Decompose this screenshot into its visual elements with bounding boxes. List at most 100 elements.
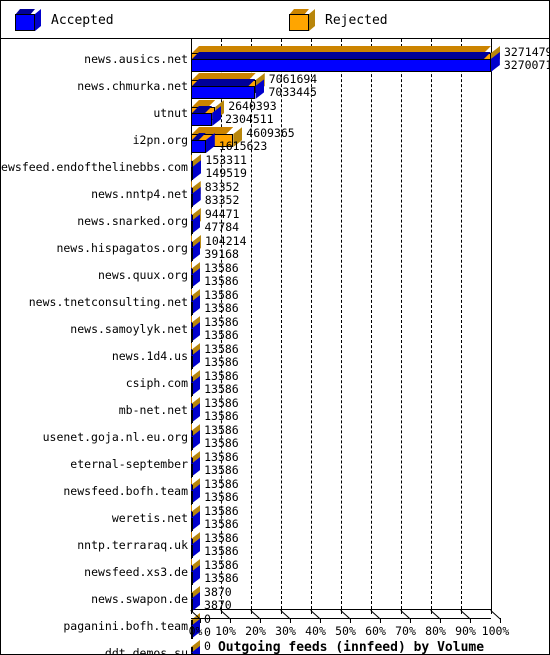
bar-row-label: news.1d4.us [111,349,188,363]
bar-row: news.samoylyk.net 13586 13586 [1,315,549,342]
bar-row-label: news.tnetconsulting.net [28,295,188,309]
chart-title: Outgoing feeds (innfeed) by Volume [217,640,485,655]
bar-row: news.chmurka.net 7061694 7033445 [1,72,549,99]
bar-row-bars [191,180,549,207]
bar-value-accepted: 39168 [204,247,239,261]
bar-row-bars [191,315,549,342]
bar-row-bars [191,45,549,72]
bar-row-label: news.quux.org [97,268,188,282]
bar-row-label: newsfeed.bofh.team [63,484,188,498]
bar-value-rejected: 83352 [204,180,240,194]
bar-row-label: news.nntp4.net [91,187,188,201]
bar-row-label: ddt.demos.su [104,646,188,655]
bar-row-label: nntp.terraraq.uk [77,538,188,552]
bar-value-rejected: 13586 [204,504,239,518]
bar-row-bars [191,450,549,477]
legend-label: Rejected [325,12,388,28]
bar-value-accepted: 83352 [204,193,240,207]
bar-value-rejected: 0 [204,612,211,626]
bar-value-rejected: 13586 [204,558,239,572]
bar-value-accepted: 13586 [204,571,239,585]
x-axis-label: 70% [395,624,416,638]
bar-row-bars [191,342,549,369]
bar-value-rejected: 13586 [204,369,239,383]
floor-front-edge [191,618,491,619]
plot-area: news.ausics.net3271479932700713 news.chmu… [1,39,549,655]
bar-row-label: news.chmurka.net [77,79,188,93]
legend-label: Accepted [51,12,114,28]
bar-value-accepted: 13586 [204,517,239,531]
bar-row-label: weretis.net [111,511,188,525]
bar-value-accepted: 13586 [204,301,239,315]
bar-value-rejected: 13586 [204,531,239,545]
bar-row: nntp.terraraq.uk 13586 13586 [1,531,549,558]
bar-row-label: news.snarked.org [77,214,188,228]
x-axis-label: 20% [245,624,266,638]
bar-row-bars [191,261,549,288]
bar-value-accepted: 47784 [204,220,240,234]
bar-value-rejected: 13586 [204,288,239,302]
bar-value-accepted: 13586 [204,409,239,423]
legend-swatch-icon [15,9,41,31]
bar-value-accepted: 32700713 [503,58,549,72]
bar-row: mb-net.net 13586 13586 [1,396,549,423]
bar-value-rejected: 13586 [204,342,239,356]
bar-value-accepted: 13586 [204,490,239,504]
x-axis-label: 0% [188,624,203,638]
legend-item-rejected: Rejected [289,1,388,39]
bar-row: news.hispagatos.org 104214 39168 [1,234,549,261]
x-axis-label: 100% [481,624,510,638]
bar-value-rejected: 153311 [205,153,247,167]
bar-row-label: eternal-september [70,457,188,471]
chart-page: Accepted Rejected news.ausics.net 32714799… [0,0,550,655]
bar-row-label: news.hispagatos.org [56,241,188,255]
bar-value-rejected: 2640393 [228,99,277,113]
bar-row: weretis.net 13586 13586 [1,504,549,531]
bar-row: news.quux.org 13586 13586 [1,261,549,288]
x-axis-label: 80% [425,624,446,638]
bar-row-label: news.samoylyk.net [70,322,188,336]
bar-row: news.ausics.net 3271479932700713 [1,45,549,72]
bar-row-bars [191,369,549,396]
bar-row: news.nntp4.net 83352 83352 [1,180,549,207]
bar-row: news.snarked.org 94471 47784 [1,207,549,234]
bar-row-bars [191,288,549,315]
bar-row: newsfeed.bofh.team 13586 13586 [1,477,549,504]
bar-value-accepted: 13586 [204,436,239,450]
bar-value-rejected: 4609365 [246,126,295,140]
bar-row: utnut 2640393 2304511 [1,99,549,126]
bar-row: usenet.goja.nl.eu.org 13586 13586 [1,423,549,450]
bar-row-bars [191,558,549,585]
bar-value-accepted: 1615623 [218,139,268,153]
bar-row-bars [191,585,549,612]
bar-value-rejected: 13586 [204,423,239,437]
bar-row-bars [191,531,549,558]
bar-value-rejected: 13586 [204,450,239,464]
chart-legend: Accepted Rejected [1,1,549,39]
bar-value-rejected: 13586 [204,477,239,491]
bar-row-label: mb-net.net [118,403,188,417]
bar-value-rejected: 7061694 [268,72,318,86]
bar-value-rejected: 13586 [204,396,239,410]
bar-row-bars [191,207,549,234]
bar-row: newsfeed.endofthelinebbs.com 153311 149519 [1,153,549,180]
bar-value-rejected: 13586 [204,315,239,329]
bar-value-accepted: 13586 [204,274,239,288]
bar-value-rejected: 32714799 [504,45,549,59]
bar-value-accepted: 13586 [204,463,239,477]
bar-row-label: csiph.com [125,376,188,390]
x-axis-label: 30% [275,624,296,638]
x-axis-label: 50% [335,624,356,638]
bar-value-accepted: 2304511 [225,112,274,126]
bar-row-bars [191,504,549,531]
x-axis-label: 10% [215,624,236,638]
bar-value-accepted: 13586 [204,355,239,369]
bar-value-rejected: 104214 [204,234,247,248]
bar-value-rejected: 3870 [204,585,232,599]
bar-row-label: i2pn.org [132,133,188,147]
bar-value-accepted: 13586 [204,544,239,558]
bar-row-bars [191,423,549,450]
bar-row-bars [191,72,549,99]
x-axis-label: 60% [365,624,386,638]
bar-value-rejected: 94471 [204,207,240,221]
